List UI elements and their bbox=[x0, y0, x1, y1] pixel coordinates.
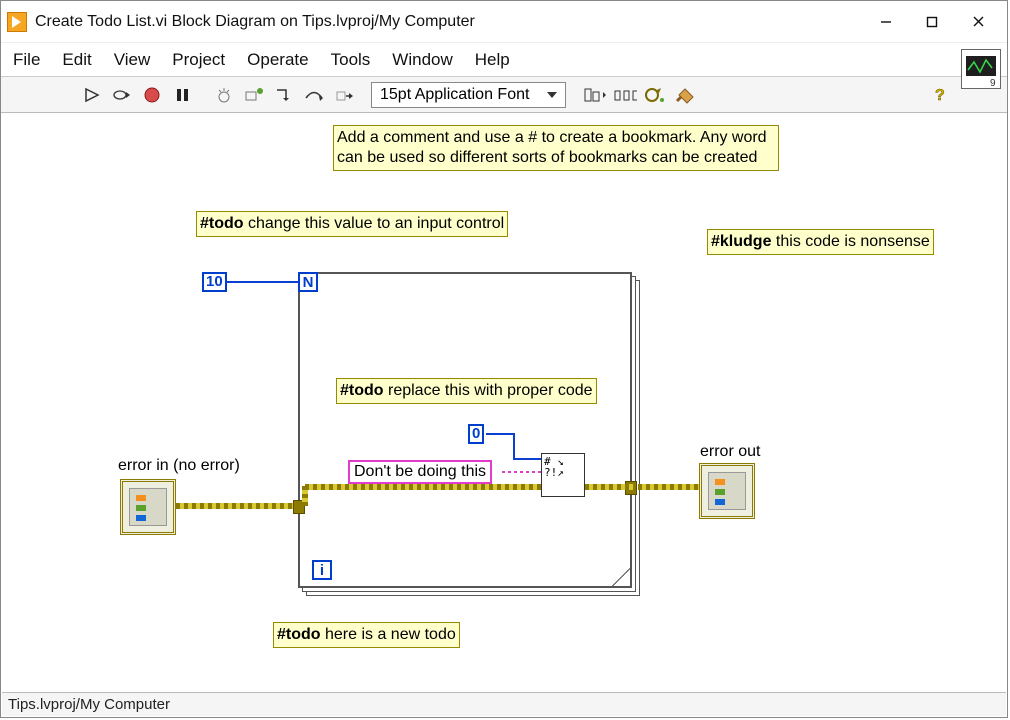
app-window: Create Todo List.vi Block Diagram on Tip… bbox=[0, 0, 1008, 718]
step-into-button[interactable] bbox=[271, 82, 297, 108]
maximize-button[interactable] bbox=[909, 7, 955, 37]
label-error-in: error in (no error) bbox=[118, 457, 240, 475]
vi-icon[interactable]: 9 bbox=[961, 49, 1001, 89]
run-continuous-button[interactable] bbox=[109, 82, 135, 108]
minimize-button[interactable] bbox=[863, 7, 909, 37]
wire-error-inside-loop-left bbox=[305, 484, 541, 490]
subvi-glyphs: # ↘ ?!↗ bbox=[544, 455, 564, 479]
string-constant-dontbedoing[interactable]: Don't be doing this bbox=[348, 460, 492, 484]
run-button[interactable] bbox=[79, 82, 105, 108]
loop-iteration-terminal[interactable]: i bbox=[312, 560, 332, 580]
step-out-button[interactable] bbox=[331, 82, 357, 108]
structure-resize-corner[interactable] bbox=[612, 568, 630, 586]
help-button[interactable]: ? bbox=[927, 82, 953, 108]
block-diagram-canvas[interactable]: Add a comment and use a # to create a bo… bbox=[2, 114, 1006, 691]
menu-operate[interactable]: Operate bbox=[247, 50, 308, 70]
loop-count-terminal[interactable]: N bbox=[298, 272, 318, 292]
svg-text:9: 9 bbox=[990, 78, 996, 88]
menu-edit[interactable]: Edit bbox=[62, 50, 91, 70]
close-button[interactable] bbox=[955, 7, 1001, 37]
menu-help[interactable]: Help bbox=[475, 50, 510, 70]
wire-error-jog bbox=[302, 486, 308, 506]
menu-view[interactable]: View bbox=[114, 50, 151, 70]
distribute-button[interactable] bbox=[612, 82, 638, 108]
label-error-out: error out bbox=[700, 443, 760, 461]
status-path: Tips.lvproj/My Computer bbox=[8, 696, 170, 713]
subvi-node[interactable]: # ↘ ?!↗ bbox=[541, 453, 585, 497]
app-icon bbox=[7, 12, 27, 32]
pause-button[interactable] bbox=[169, 82, 195, 108]
step-over-button[interactable] bbox=[301, 82, 327, 108]
wire-const0-h bbox=[486, 433, 514, 435]
bookmark-kludge[interactable]: #kludge this code is nonsense bbox=[707, 229, 934, 255]
numeric-constant-0[interactable]: 0 bbox=[468, 424, 484, 444]
reorder-button[interactable] bbox=[642, 82, 668, 108]
for-loop[interactable]: N i bbox=[298, 272, 632, 588]
bookmark-todo-input[interactable]: #todo change this value to an input cont… bbox=[196, 211, 508, 237]
menu-file[interactable]: File bbox=[13, 50, 40, 70]
align-button[interactable] bbox=[582, 82, 608, 108]
error-out-indicator[interactable] bbox=[699, 463, 755, 519]
svg-text:?: ? bbox=[935, 87, 945, 104]
titlebar: Create Todo List.vi Block Diagram on Tip… bbox=[1, 1, 1007, 43]
wire-error-loop-to-out bbox=[638, 484, 699, 490]
highlight-execution-button[interactable] bbox=[211, 82, 237, 108]
wire-const-to-N bbox=[226, 281, 298, 283]
wire-error-inside-loop-right bbox=[585, 484, 634, 490]
error-in-control[interactable] bbox=[120, 479, 176, 535]
menu-project[interactable]: Project bbox=[172, 50, 225, 70]
comment-instructions[interactable]: Add a comment and use a # to create a bo… bbox=[333, 125, 779, 171]
cleanup-button[interactable] bbox=[672, 82, 698, 108]
menu-window[interactable]: Window bbox=[392, 50, 452, 70]
bookmark-todo-replace[interactable]: #todo replace this with proper code bbox=[336, 378, 597, 404]
font-combo-label: 15pt Application Font bbox=[380, 86, 529, 104]
menubar: File Edit View Project Operate Tools Win… bbox=[1, 43, 1007, 77]
wire-error-in-to-loop bbox=[176, 503, 293, 509]
bookmark-todo-new[interactable]: #todo here is a new todo bbox=[273, 622, 460, 648]
retain-wire-values-button[interactable] bbox=[241, 82, 267, 108]
wire-const0-v bbox=[513, 433, 515, 459]
abort-button[interactable] bbox=[139, 82, 165, 108]
font-combo[interactable]: 15pt Application Font bbox=[371, 82, 566, 108]
toolbar: 15pt Application Font ? bbox=[1, 77, 1007, 113]
numeric-constant-10[interactable]: 10 bbox=[202, 272, 227, 292]
wire-string-to-subvi bbox=[502, 471, 542, 473]
window-title: Create Todo List.vi Block Diagram on Tip… bbox=[35, 13, 863, 31]
wire-const0-h2 bbox=[513, 458, 541, 460]
menu-tools[interactable]: Tools bbox=[331, 50, 371, 70]
statusbar: Tips.lvproj/My Computer bbox=[2, 692, 1006, 716]
caret-down-icon bbox=[547, 92, 557, 98]
